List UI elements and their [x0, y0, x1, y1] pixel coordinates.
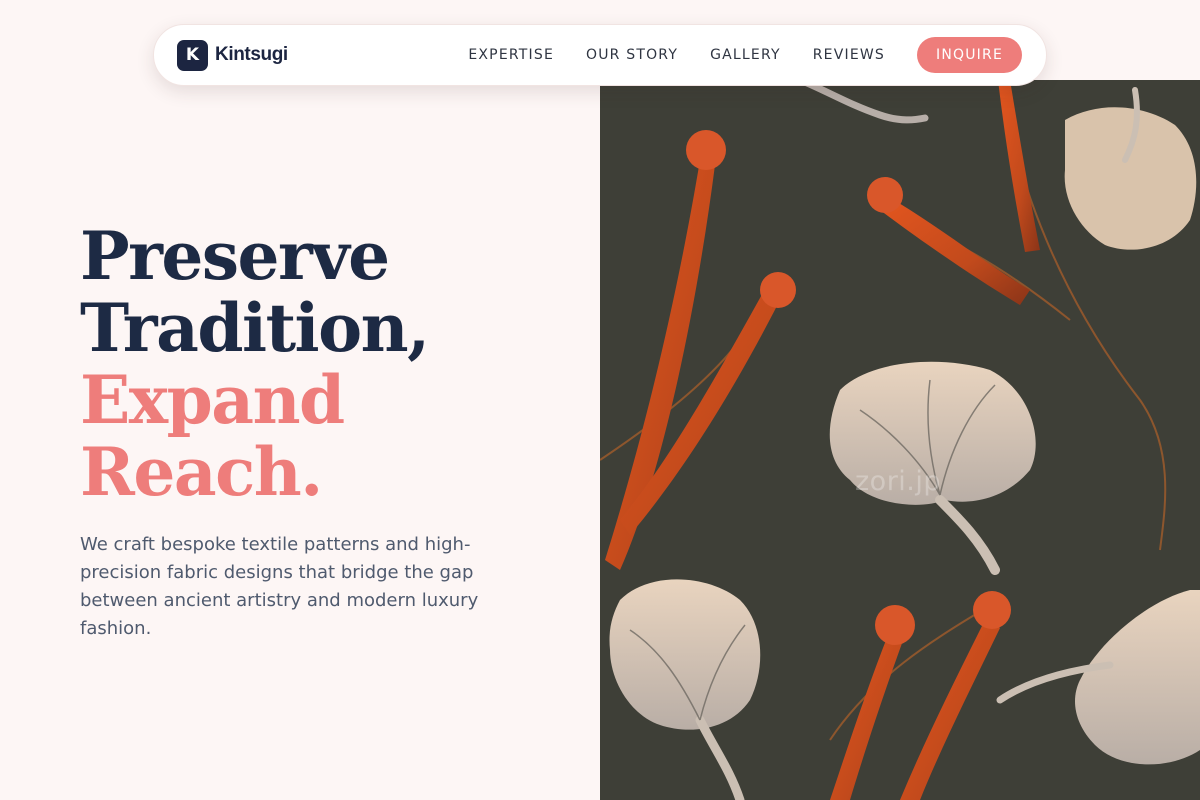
nav-link-reviews[interactable]: REVIEWS	[813, 47, 885, 63]
hero-title-line-4: Reach.	[80, 433, 323, 511]
image-watermark: zori.jp	[855, 466, 942, 497]
hero-title-line-3: Expand	[80, 361, 345, 439]
inquire-button[interactable]: INQUIRE	[917, 37, 1022, 73]
logo-mark-icon: K	[177, 39, 208, 71]
nav-links: EXPERTISE OUR STORY GALLERY REVIEWS INQU…	[468, 37, 1022, 73]
floral-textile-illustration	[600, 80, 1200, 800]
nav-link-our-story[interactable]: OUR STORY	[586, 47, 678, 63]
brand-name: Kintsugi	[215, 44, 288, 65]
hero-title-line-2: Tradition,	[80, 289, 430, 367]
hero-image: zori.jp	[600, 80, 1200, 800]
navbar: K Kintsugi EXPERTISE OUR STORY GALLERY R…	[153, 24, 1047, 86]
hero-title: Preserve Tradition, Expand Reach.	[80, 217, 430, 511]
hero-description: We craft bespoke textile patterns and hi…	[80, 534, 479, 639]
nav-link-gallery[interactable]: GALLERY	[710, 47, 781, 63]
brand-logo-link[interactable]: K Kintsugi	[177, 39, 288, 71]
nav-link-expertise[interactable]: EXPERTISE	[468, 47, 554, 63]
hero-title-line-1: Preserve	[80, 217, 390, 295]
